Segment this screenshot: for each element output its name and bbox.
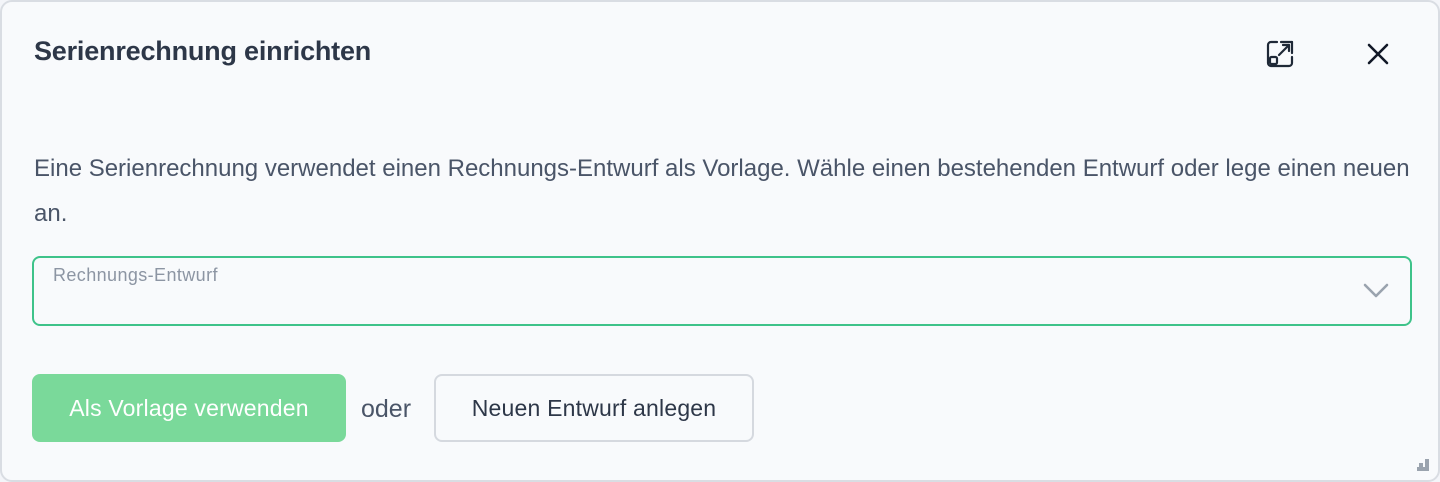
or-separator: oder: [361, 395, 412, 423]
dialog-description: Eine Serienrechnung verwendet einen Rech…: [34, 155, 1410, 227]
select-label: Rechnungs-Entwurf: [53, 265, 218, 285]
expand-button[interactable]: [1262, 36, 1298, 72]
create-new-draft-button[interactable]: Neuen Entwurf anlegen: [434, 374, 754, 442]
draft-invoice-select[interactable]: Rechnungs-Entwurf: [32, 256, 1412, 326]
close-icon: [1367, 43, 1389, 65]
resize-handle-icon[interactable]: [1416, 458, 1430, 472]
dialog-title: Serienrechnung einrichten: [34, 36, 372, 66]
series-invoice-dialog: Serienrechnung einrichten Eine Serienrec…: [0, 0, 1440, 482]
chevron-down-icon: [1363, 283, 1389, 298]
use-as-template-button[interactable]: Als Vorlage verwenden: [32, 374, 346, 442]
close-button[interactable]: [1360, 36, 1396, 72]
expand-icon: [1266, 40, 1294, 68]
